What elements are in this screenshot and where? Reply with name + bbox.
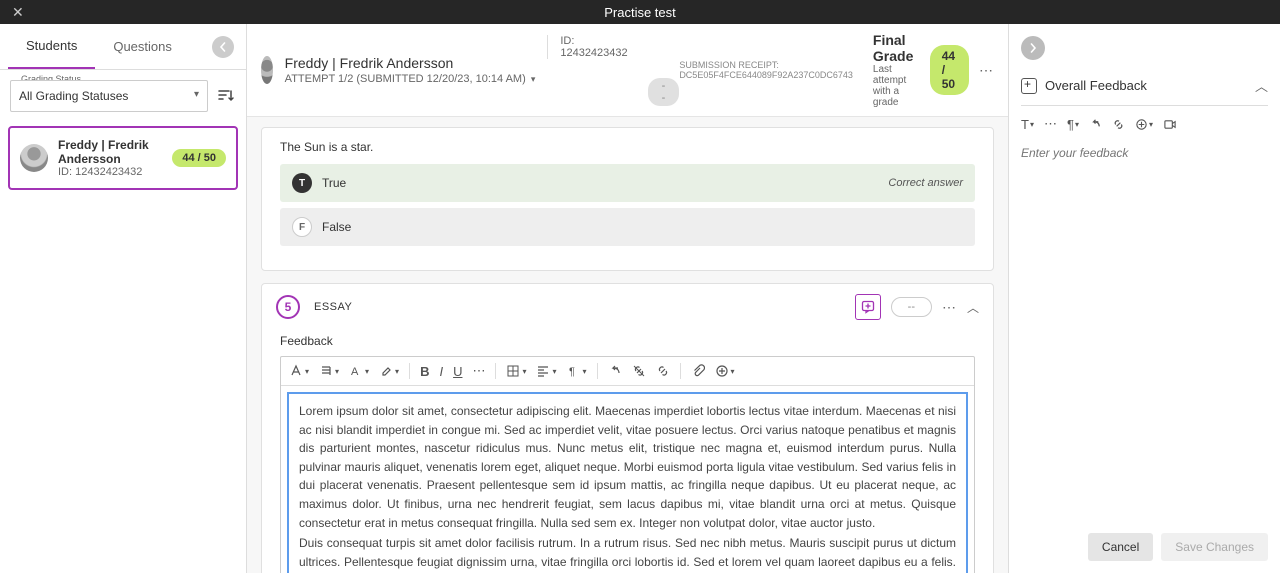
paragraph-format-icon[interactable]: ▾ — [319, 364, 339, 378]
text-style-icon[interactable]: T▾ — [1021, 117, 1034, 132]
collapse-sidebar-icon[interactable] — [212, 36, 234, 58]
final-grade-sub: Last attempt with a grade — [873, 64, 920, 108]
sort-icon[interactable] — [216, 86, 236, 106]
header-student-id: ID: 12432423432 — [547, 35, 627, 59]
list-icon[interactable]: ¶▾ — [567, 364, 587, 378]
avatar — [20, 144, 48, 172]
overall-toolbar: T▾ ⋯ ¶▾ ▾ — [1021, 116, 1268, 132]
option-false: F False — [280, 208, 975, 246]
close-icon[interactable]: ✕ — [12, 4, 24, 21]
insert-icon[interactable]: ▾ — [1135, 118, 1153, 131]
option-letter: F — [292, 217, 312, 237]
bold-icon[interactable]: B — [420, 364, 429, 379]
feedback-textarea[interactable]: Lorem ipsum dolor sit amet, consectetur … — [287, 392, 968, 573]
tab-students[interactable]: Students — [8, 24, 95, 69]
question-card-5: 5 ESSAY -- ⋯ ︿ Feedback ▾ — [261, 283, 994, 573]
feedback-icon[interactable] — [855, 294, 881, 320]
question-number: 5 — [276, 295, 300, 319]
final-grade-pill: 44 / 50 — [930, 45, 969, 95]
svg-text:¶: ¶ — [569, 366, 575, 378]
more-format-icon[interactable]: ⋯ — [472, 363, 485, 379]
question-more-icon[interactable]: ⋯ — [942, 299, 957, 316]
submission-receipt: SUBMISSION RECEIPT: DC5E05F4FCE644089F92… — [679, 60, 853, 80]
final-grade-label: Final Grade — [873, 32, 920, 64]
correct-answer-label: Correct answer — [888, 177, 963, 189]
student-card[interactable]: Freddy | Fredrik Andersson ID: 124324234… — [8, 126, 238, 190]
align-icon[interactable]: ▾ — [536, 364, 556, 378]
attempt-selector[interactable]: ATTEMPT 1/2 (SUBMITTED 12/20/23, 10:14 A… — [285, 73, 536, 85]
attach-icon[interactable] — [691, 364, 705, 378]
question-card-4: The Sun is a star. T True Correct answer… — [261, 127, 994, 271]
underline-icon[interactable]: U — [453, 364, 462, 379]
unlink-icon[interactable] — [632, 364, 646, 378]
feedback-label: Feedback — [280, 334, 975, 348]
tab-questions[interactable]: Questions — [95, 25, 190, 68]
top-bar: ✕ Practise test — [0, 0, 1280, 24]
highlight-icon[interactable]: ▾ — [379, 364, 399, 378]
overall-save-button[interactable]: Save Changes — [1161, 533, 1268, 561]
record-icon[interactable] — [1163, 118, 1177, 131]
student-name: Freddy | Fredrik Andersson — [58, 138, 172, 166]
feedback-editor: ▾ ▾ A▾ ▾ B I U ⋯ ▾ ▾ ¶▾ — [280, 356, 975, 573]
feedback-panel-icon — [1021, 78, 1037, 94]
option-label: True — [322, 176, 346, 190]
editor-toolbar: ▾ ▾ A▾ ▾ B I U ⋯ ▾ ▾ ¶▾ — [281, 357, 974, 386]
undo-icon[interactable] — [1089, 118, 1102, 131]
student-grade-pill: 44 / 50 — [172, 149, 226, 167]
question-type: ESSAY — [314, 301, 352, 313]
right-panel: Overall Feedback ︿ T▾ ⋯ ¶▾ ▾ Cancel Save… — [1008, 24, 1280, 573]
content-header: Freddy | Fredrik Andersson ATTEMPT 1/2 (… — [247, 24, 1008, 117]
page-title: Practise test — [604, 5, 676, 20]
overall-feedback-input[interactable] — [1021, 142, 1268, 180]
svg-text:A: A — [351, 366, 359, 378]
overall-feedback-title: Overall Feedback — [1045, 78, 1147, 93]
option-letter: T — [292, 173, 312, 193]
italic-icon[interactable]: I — [439, 364, 443, 379]
link-icon[interactable] — [1112, 118, 1125, 131]
option-label: False — [322, 220, 351, 234]
grading-status-select[interactable]: All Grading Statuses — [10, 80, 208, 112]
question-score[interactable]: -- — [891, 297, 932, 317]
insert-icon[interactable]: ▾ — [715, 364, 735, 378]
undo-icon[interactable] — [608, 364, 622, 378]
paragraph-icon[interactable]: ¶▾ — [1067, 117, 1079, 132]
avatar — [261, 56, 273, 84]
overall-cancel-button[interactable]: Cancel — [1088, 533, 1153, 561]
expand-panel-icon[interactable] — [1021, 36, 1045, 60]
student-id: ID: 12432423432 — [58, 166, 172, 178]
link-icon[interactable] — [656, 364, 670, 378]
sidebar: Students Questions Grading Status All Gr… — [0, 24, 247, 573]
font-icon[interactable]: A▾ — [349, 364, 369, 378]
option-true: T True Correct answer — [280, 164, 975, 202]
collapse-panel-icon[interactable]: ︿ — [1255, 76, 1268, 95]
header-student-name: Freddy | Fredrik Andersson — [285, 55, 536, 71]
text-style-icon[interactable]: ▾ — [289, 364, 309, 378]
more-icon[interactable]: ⋯ — [1044, 116, 1057, 132]
question-text: The Sun is a star. — [280, 140, 975, 154]
needs-grading-pill: -- — [648, 78, 680, 106]
sidebar-tabs: Students Questions — [0, 24, 246, 70]
header-more-icon[interactable]: ⋯ — [979, 62, 994, 79]
table-icon[interactable]: ▾ — [506, 364, 526, 378]
collapse-icon[interactable]: ︿ — [967, 299, 979, 316]
